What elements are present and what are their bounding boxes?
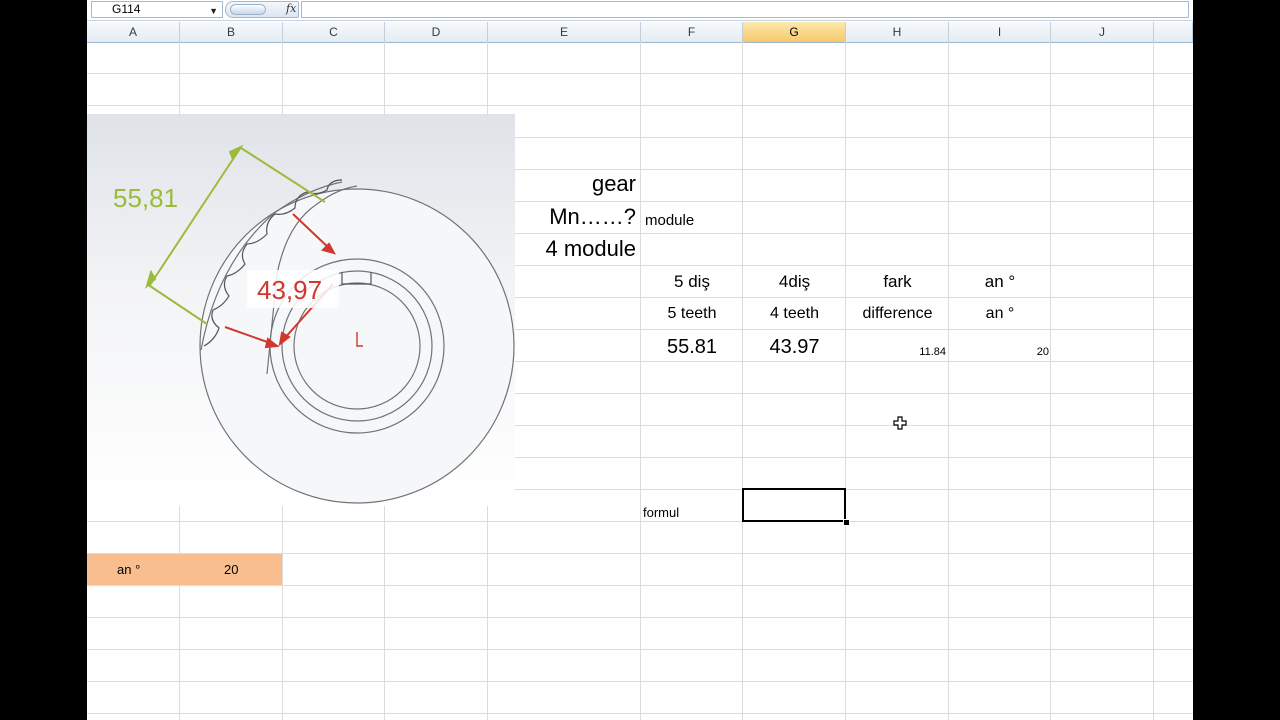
cell-f-5teeth[interactable]: 5 teeth (641, 305, 743, 323)
cell-i-an[interactable]: an ° (949, 272, 1051, 292)
cell-h-difference[interactable]: difference (846, 305, 949, 323)
cell-e-mn[interactable]: Mn……? (488, 204, 636, 230)
col-header-i[interactable]: I (949, 22, 1051, 42)
cell-f-5dis[interactable]: 5 diş (641, 272, 743, 292)
cell-f-formul[interactable]: formul (643, 505, 679, 520)
grid-line (1050, 42, 1051, 720)
col-header-d[interactable]: D (385, 22, 488, 42)
col-header-f[interactable]: F (641, 22, 743, 42)
col-header-j[interactable]: J (1051, 22, 1154, 42)
grid-line (87, 649, 1193, 650)
cell-a-an[interactable]: an ° (117, 562, 140, 577)
dimension-inner-label: 43,97 (257, 275, 322, 305)
grid-line (87, 681, 1193, 682)
cell-h-fark[interactable]: fark (846, 272, 949, 292)
cell-e-gear[interactable]: gear (488, 171, 636, 197)
col-header-k[interactable] (1154, 22, 1193, 42)
fill-handle[interactable] (843, 519, 850, 526)
grid-line (87, 713, 1193, 714)
cell-e-4module[interactable]: 4 module (488, 236, 636, 262)
cell-f-module[interactable]: module (645, 212, 694, 229)
cell-g-4dis[interactable]: 4diş (743, 272, 846, 292)
cell-cursor-icon (893, 416, 907, 430)
column-headers: A B C D E F G H I J (87, 22, 1193, 43)
col-header-g[interactable]: G (743, 22, 846, 42)
formula-controls: fx (225, 1, 299, 18)
col-header-b[interactable]: B (180, 22, 283, 42)
formula-bar-resize-handle[interactable] (230, 4, 266, 15)
grid-line (87, 73, 1193, 74)
grid-line (87, 617, 1193, 618)
name-box[interactable]: G114 ▼ (91, 1, 223, 18)
col-header-a[interactable]: A (87, 22, 180, 42)
formula-input[interactable] (301, 1, 1189, 18)
spreadsheet-window: G114 ▼ fx A B C D E F G H I J an ° 20 55… (87, 0, 1193, 720)
col-header-e[interactable]: E (488, 22, 641, 42)
grid-line (87, 105, 1193, 106)
cell-i-value[interactable]: 20 (949, 346, 1049, 358)
cell-h-value[interactable]: 11.84 (846, 346, 946, 358)
insert-function-icon[interactable]: fx (286, 2, 296, 15)
col-header-c[interactable]: C (283, 22, 385, 42)
name-box-value: G114 (112, 2, 141, 16)
grid-line (1153, 42, 1154, 720)
dimension-outer-label: 55,81 (113, 183, 178, 213)
active-cell-g114[interactable] (742, 488, 846, 522)
grid-line (640, 42, 641, 720)
cell-f-value[interactable]: 55.81 (641, 336, 743, 359)
col-header-h[interactable]: H (846, 22, 949, 42)
grid-line (742, 42, 743, 720)
chevron-down-icon[interactable]: ▼ (209, 4, 218, 19)
grid-line (87, 585, 1193, 586)
grid-line (948, 42, 949, 720)
formula-bar: G114 ▼ fx (87, 0, 1193, 21)
cell-i-an-2[interactable]: an ° (949, 305, 1051, 323)
cell-b-20[interactable]: 20 (224, 562, 238, 577)
gear-drawing[interactable]: 55,81 43,97 (87, 114, 515, 506)
cell-g-value[interactable]: 43.97 (743, 336, 846, 359)
grid-line (87, 521, 1193, 522)
grid-line (845, 42, 846, 720)
cell-g-4teeth[interactable]: 4 teeth (743, 305, 846, 323)
